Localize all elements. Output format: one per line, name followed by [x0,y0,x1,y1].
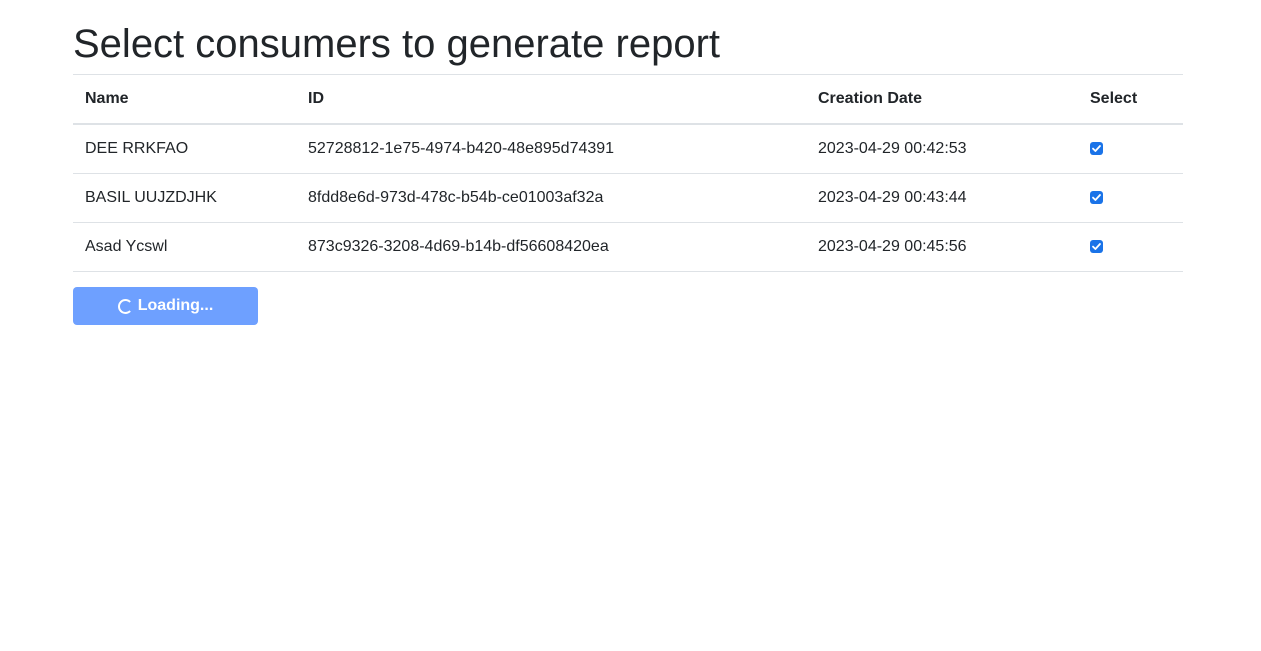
consumers-table: Name ID Creation Date Select DEE RRKFAO … [73,74,1183,272]
consumer-name: BASIL UUJZDJHK [85,189,217,206]
main-container: Select consumers to generate report Name… [73,18,1183,325]
consumer-creation-date: 2023-04-29 00:43:44 [818,189,967,206]
spinner-icon [117,298,133,314]
table-row: DEE RRKFAO 52728812-1e75-4974-b420-48e89… [73,124,1183,174]
column-header-select: Select [1090,90,1138,107]
select-checkbox[interactable] [1090,142,1103,156]
column-header-creation-date: Creation Date [818,90,923,107]
consumer-id: 8fdd8e6d-973d-478c-b54b-ce01003af32a [308,189,604,206]
select-checkbox[interactable] [1090,240,1103,254]
checkmark-icon [1092,194,1101,202]
consumer-id: 52728812-1e75-4974-b420-48e895d74391 [308,140,615,157]
table-header-row: Name ID Creation Date Select [73,74,1183,124]
table-row: Asad Ycswl 873c9326-3208-4d69-b14b-df566… [73,223,1183,272]
consumer-creation-date: 2023-04-29 00:42:53 [818,140,967,157]
select-cell [1078,223,1183,272]
consumer-creation-date: 2023-04-29 00:45:56 [818,238,967,255]
consumer-id: 873c9326-3208-4d69-b14b-df56608420ea [308,238,609,255]
select-cell [1078,124,1183,174]
table-row: BASIL UUJZDJHK 8fdd8e6d-973d-478c-b54b-c… [73,174,1183,223]
checkmark-icon [1092,243,1101,251]
checkmark-icon [1092,145,1101,153]
column-header-id: ID [308,90,324,107]
consumer-name: DEE RRKFAO [85,140,189,157]
column-header-name: Name [85,90,129,107]
consumer-name: Asad Ycswl [85,238,168,255]
select-cell [1078,174,1183,223]
page-title: Select consumers to generate report [73,22,721,66]
button-label: Loading... [137,297,214,314]
generate-report-button[interactable]: Loading... [73,287,258,325]
select-checkbox[interactable] [1090,191,1103,205]
